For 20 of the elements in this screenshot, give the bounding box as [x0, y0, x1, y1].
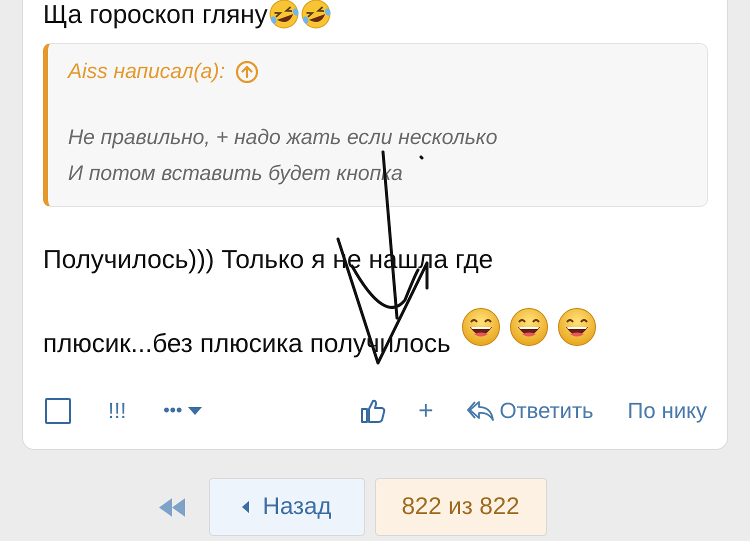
grinning-emoji-icon [556, 307, 597, 347]
laughing-emoji-icon [300, 0, 332, 30]
page-counter-button[interactable]: 822 из 822 [374, 478, 546, 536]
quote-author: Aiss написал(а): [68, 60, 226, 84]
laughing-emoji-icon [268, 0, 300, 30]
caret-left-icon[interactable] [242, 500, 249, 514]
grinning-emoji-icon [460, 307, 501, 347]
quote-text: Не правильно, + надо жать если несколько [68, 125, 498, 151]
report-link[interactable]: !!! [108, 398, 126, 424]
thumbs-up-icon[interactable] [360, 398, 386, 424]
reply-link[interactable]: Ответить [467, 398, 594, 424]
caret-icon[interactable] [188, 406, 202, 414]
back-button[interactable]: Назад [208, 478, 364, 536]
reply-arrow-icon[interactable] [467, 398, 496, 422]
by-nick-link[interactable]: По нику [628, 398, 707, 424]
plus-link[interactable]: + [418, 395, 434, 426]
grinning-emoji-icon [508, 307, 549, 347]
more-menu[interactable]: ••• [163, 400, 202, 421]
post-text: Ща гороскоп гляну [43, 0, 268, 30]
select-checkbox[interactable] [45, 398, 71, 424]
